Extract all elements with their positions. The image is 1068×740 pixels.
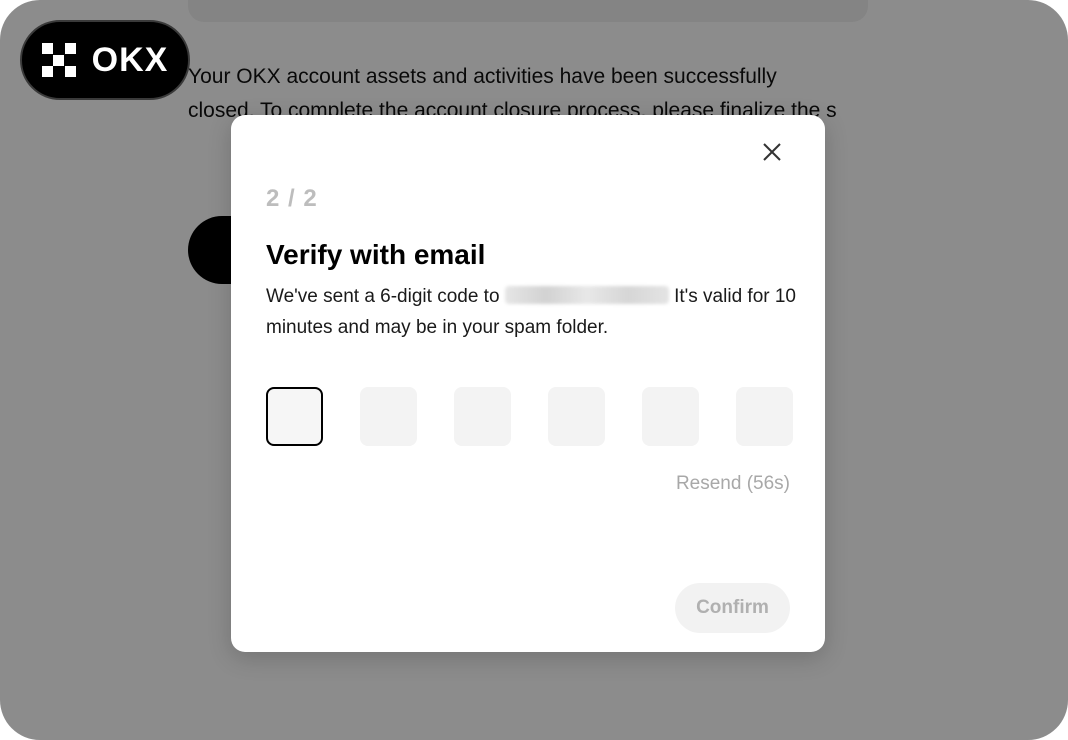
description-prefix: We've sent a 6-digit code to xyxy=(266,286,505,307)
masked-email-address xyxy=(504,286,669,304)
step-indicator: 2 / 2 xyxy=(266,185,318,212)
okx-logo-badge[interactable]: OKX xyxy=(20,20,190,100)
code-digit-2[interactable] xyxy=(360,387,417,446)
code-digit-3[interactable] xyxy=(454,387,511,446)
code-digit-5[interactable] xyxy=(642,387,699,446)
code-digit-4[interactable] xyxy=(548,387,605,446)
close-button[interactable] xyxy=(757,137,787,167)
confirm-button[interactable]: Confirm xyxy=(675,583,790,633)
verification-code-inputs xyxy=(266,387,793,446)
code-digit-1[interactable] xyxy=(266,387,323,446)
close-icon xyxy=(763,143,781,161)
dialog-title: Verify with email xyxy=(266,239,486,270)
dialog-description: We've sent a 6-digit code to It's valid … xyxy=(266,281,796,343)
okx-logo-icon xyxy=(41,43,76,77)
app-frame: Your OKX account assets and activities h… xyxy=(0,0,1068,740)
verify-email-dialog: 2 / 2 Verify with email We've sent a 6-d… xyxy=(231,115,825,652)
resend-code-link[interactable]: Resend (56s) xyxy=(676,473,790,495)
code-digit-6[interactable] xyxy=(736,387,793,446)
logo-text: OKX xyxy=(91,40,169,79)
